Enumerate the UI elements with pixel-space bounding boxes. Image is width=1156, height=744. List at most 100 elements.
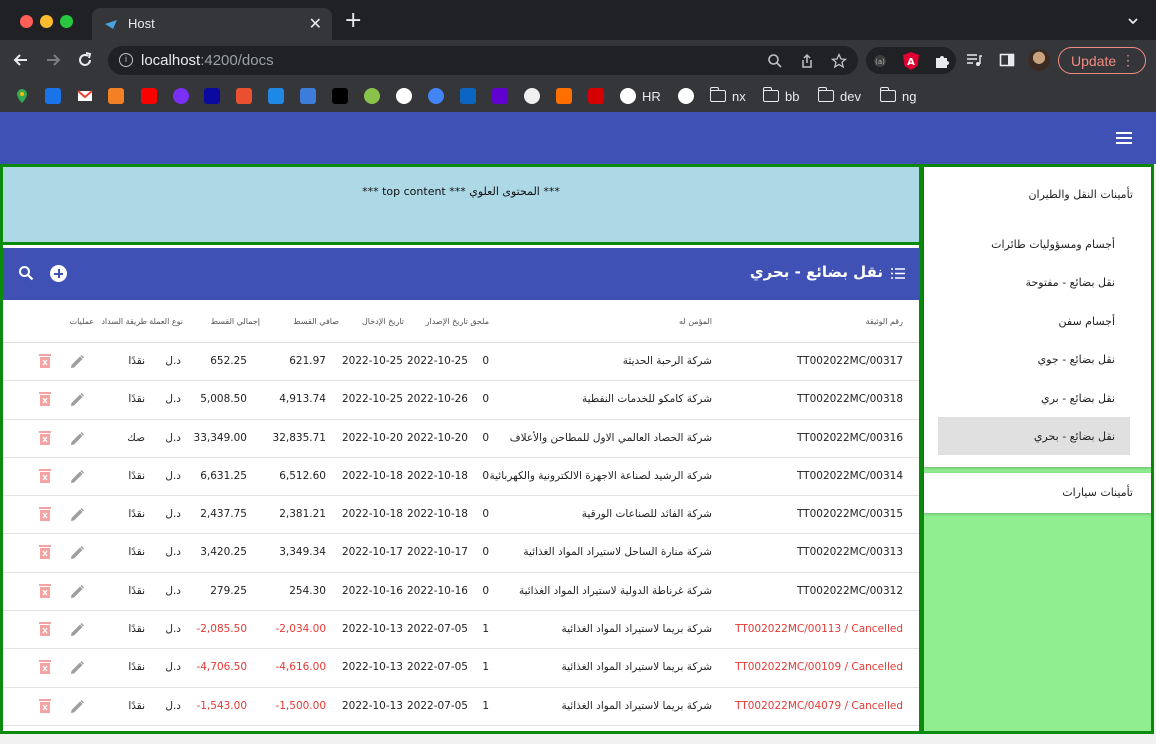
table-row[interactable]: TT002022MC/00113 / Cancelled شركة بريما ل…: [3, 611, 919, 650]
browser-tab[interactable]: Host ✕: [92, 8, 332, 40]
sidebar-item-cargo-air[interactable]: نقل بضائع - جوي: [938, 340, 1130, 378]
red-bookmark-icon[interactable]: [588, 88, 604, 104]
chevron-down-icon[interactable]: [1128, 16, 1138, 26]
edit-pencil-icon[interactable]: [69, 431, 85, 447]
delete-trash-icon[interactable]: [39, 659, 51, 675]
side-panel-icon[interactable]: [999, 52, 1015, 68]
x-bookmark-icon[interactable]: [620, 88, 636, 104]
add-icon[interactable]: [50, 265, 67, 282]
edit-pencil-icon[interactable]: [69, 584, 85, 600]
sidebar-item-hulls[interactable]: أجسام سفن: [938, 302, 1130, 340]
table-row[interactable]: TT002022MC/00317 شركة الرحبة الحديثة 0 2022…: [3, 343, 919, 382]
dev-bookmark-icon[interactable]: [204, 88, 220, 104]
col-currency[interactable]: نوع العملة: [149, 317, 183, 326]
table-row[interactable]: TT002022MC/00109 / Cancelled شركة بريما ل…: [3, 649, 919, 688]
col-payment[interactable]: طريقة السداد: [101, 317, 147, 326]
media-playlist-icon[interactable]: [966, 52, 982, 68]
delete-trash-icon[interactable]: [39, 506, 51, 522]
youtube-bookmark-icon[interactable]: [141, 88, 157, 104]
new-tab-button[interactable]: +: [344, 10, 362, 32]
stackoverflow-bookmark-icon[interactable]: [108, 88, 124, 104]
cell-policy-no: TT002022MC/00312: [796, 584, 903, 597]
sidebar-group-title[interactable]: تأمينات سيارات: [1062, 486, 1133, 499]
delete-trash-icon[interactable]: [39, 430, 51, 446]
back-arrow-icon[interactable]: [11, 50, 31, 70]
x-bookmark-icon[interactable]: [678, 88, 694, 104]
edit-pencil-icon[interactable]: [69, 545, 85, 561]
edit-pencil-icon[interactable]: [69, 354, 85, 370]
col-total-premium[interactable]: إجمالي القسط: [211, 317, 260, 326]
ff-bookmark-icon[interactable]: [332, 88, 348, 104]
edit-pencil-icon[interactable]: [69, 622, 85, 638]
table-row[interactable]: TT002022MC/00318 شركة كامكو للخدمات النفط…: [3, 381, 919, 420]
edit-pencil-icon[interactable]: [69, 507, 85, 523]
bookmark-folder-label[interactable]: nx: [732, 89, 746, 104]
col-net-premium[interactable]: صافي القسط: [293, 317, 339, 326]
site-info-icon[interactable]: i: [119, 53, 133, 67]
table-row[interactable]: TT002022MC/00315 شركة الفائد للصناعات الو…: [3, 496, 919, 535]
reload-icon[interactable]: [75, 50, 95, 70]
maps-bookmark-icon[interactable]: [14, 88, 30, 104]
table-row[interactable]: TT002022MC/00313 شركة منارة الساحل لاستير…: [3, 534, 919, 573]
t-bookmark-icon[interactable]: [236, 88, 252, 104]
delete-trash-icon[interactable]: [39, 698, 51, 714]
linkedin-bookmark-icon[interactable]: [460, 88, 476, 104]
forward-arrow-icon[interactable]: [43, 50, 63, 70]
delete-trash-icon[interactable]: [39, 583, 51, 599]
sidebar-item-aircraft[interactable]: أجسام ومسؤوليات طائرات: [938, 225, 1130, 263]
edit-pencil-icon[interactable]: [69, 392, 85, 408]
calendar-bookmark-icon[interactable]: [45, 88, 61, 104]
search-icon[interactable]: [18, 265, 34, 281]
delete-trash-icon[interactable]: [39, 621, 51, 637]
sidebar-group-title[interactable]: تأمينات النقل والطيران: [1028, 188, 1133, 201]
google-bookmark-icon[interactable]: [396, 88, 412, 104]
table-row[interactable]: TT002022MC/00316 شركة الحصاد العالمي الاو…: [3, 420, 919, 458]
update-button[interactable]: Update ⋮: [1058, 47, 1146, 74]
table-row[interactable]: TT002022MC/00312 شركة غرناطة الدولية لاست…: [3, 573, 919, 612]
close-window-button[interactable]: [20, 15, 33, 28]
menu-icon[interactable]: [1116, 132, 1132, 144]
delete-trash-icon[interactable]: [39, 544, 51, 560]
json-bookmark-icon[interactable]: [300, 88, 316, 104]
edit-pencil-icon[interactable]: [69, 660, 85, 676]
share-icon[interactable]: [799, 53, 815, 69]
bookmark-star-icon[interactable]: [831, 53, 847, 69]
play-bookmark-icon[interactable]: [556, 88, 572, 104]
bookmark-folder-label[interactable]: bb: [785, 89, 799, 104]
sidebar-item-cargo-sea[interactable]: نقل بضائع - بحري: [938, 417, 1130, 455]
profile-avatar[interactable]: [1028, 49, 1050, 71]
address-bar[interactable]: i localhost:4200/docs: [108, 46, 858, 75]
col-entry-date[interactable]: تاريخ الإدخال: [362, 317, 404, 326]
zoom-search-icon[interactable]: [767, 53, 783, 69]
bookmark-folder-label[interactable]: ng: [902, 89, 916, 104]
col-policy-no[interactable]: رقم الوثيقة: [866, 317, 903, 326]
yahoo-bookmark-icon[interactable]: [492, 88, 508, 104]
bookmark-folder-label[interactable]: dev: [840, 89, 861, 104]
minimize-window-button[interactable]: [40, 15, 53, 28]
tasks-bookmark-icon[interactable]: [268, 88, 284, 104]
bookmark-label[interactable]: HR: [642, 89, 661, 104]
table-row[interactable]: TT002022MC/00314 شركة الرشيد لصناعة الاجه…: [3, 458, 919, 497]
reader-extension-icon[interactable]: (a): [872, 53, 888, 69]
delete-trash-icon[interactable]: [39, 353, 51, 369]
github-bookmark-icon[interactable]: [524, 88, 540, 104]
maximize-window-button[interactable]: [60, 15, 73, 28]
angular-devtools-icon[interactable]: A: [903, 52, 919, 70]
gmail-bookmark-icon[interactable]: [77, 88, 93, 104]
tab-close-icon[interactable]: ✕: [309, 14, 322, 33]
more-menu-icon[interactable]: ⋮: [1121, 52, 1135, 69]
col-issue-date[interactable]: تاريخ الإصدار: [426, 317, 468, 326]
edit-pencil-icon[interactable]: [69, 469, 85, 485]
sidebar-item-cargo-open[interactable]: نقل بضائع - مفتوحة: [938, 263, 1130, 301]
puzzle-extensions-icon[interactable]: [934, 53, 950, 69]
table-row[interactable]: TT002022MC/04079 / Cancelled شركة بريما ل…: [3, 688, 919, 726]
col-insured[interactable]: المؤمن له: [679, 317, 712, 326]
udemy-bookmark-icon[interactable]: [173, 88, 189, 104]
blue-bookmark-icon[interactable]: [428, 88, 444, 104]
green-bookmark-icon[interactable]: [364, 88, 380, 104]
delete-trash-icon[interactable]: [39, 468, 51, 484]
col-annex[interactable]: ملحق: [470, 317, 489, 326]
edit-pencil-icon[interactable]: [69, 699, 85, 715]
delete-trash-icon[interactable]: [39, 391, 51, 407]
sidebar-item-cargo-land[interactable]: نقل بضائع - بري: [938, 379, 1130, 417]
